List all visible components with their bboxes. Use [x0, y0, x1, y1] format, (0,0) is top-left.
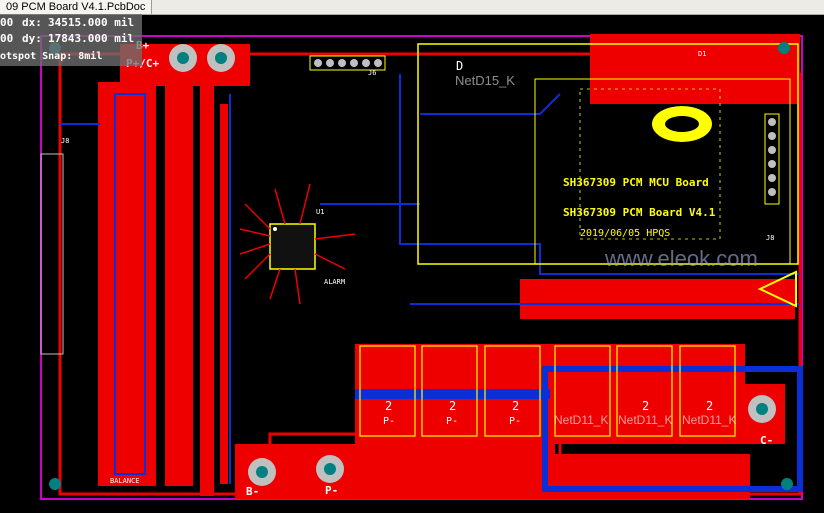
hud-row2-prefix: 00 [0, 32, 14, 45]
svg-text:2: 2 [385, 399, 392, 413]
svg-text:2: 2 [642, 399, 649, 413]
svg-text:P-: P- [509, 416, 521, 427]
hud-snap: otspot Snap: 8mil [0, 51, 103, 62]
label-alarm: ALARM [324, 278, 345, 286]
mcu-chip [269, 223, 316, 270]
pcb-layout[interactable]: B+ P+/C+ B- P- C- SH367309 PCM MCU Board… [0, 14, 824, 509]
net-label-bottom-1: NetD11_K [554, 413, 608, 427]
header-j6 [309, 55, 386, 71]
copper-pour-mid-right [520, 279, 795, 319]
hud-dy-value: 17843.000 mil [48, 32, 135, 45]
bottom-trace-fet [355, 389, 550, 399]
pcb-canvas[interactable]: B+ P+/C+ B- P- C- SH367309 PCM MCU Board… [0, 14, 824, 513]
net-label-top: NetD15_K [455, 73, 515, 88]
label-board-title-1: SH367309 PCM MCU Board [563, 176, 709, 189]
measurement-hud: 00 dx: 34515.000 mil 00 dy: 17843.000 mi… [0, 14, 142, 66]
copper-pour-left-2 [165, 82, 193, 486]
hud-row1-prefix: 00 [0, 16, 14, 29]
label-j-left: J8 [61, 137, 69, 145]
svg-text:P-: P- [383, 416, 395, 427]
svg-text:P-: P- [446, 416, 458, 427]
document-tab[interactable]: 09 PCM Board V4.1.PcbDoc [0, 0, 153, 14]
label-j-right: J8 [766, 234, 774, 242]
label-board-title-2: SH367309 PCM Board V4.1 [563, 206, 716, 219]
label-d1: D1 [698, 50, 706, 58]
label-board-date: 2019/06/05 HPQS [580, 228, 670, 239]
svg-text:2: 2 [706, 399, 713, 413]
hud-dy-label: dy: [22, 32, 42, 45]
pminus-pour [315, 444, 555, 499]
label-u-main: U1 [316, 208, 324, 216]
net-label-bottom-2: NetD11_K [618, 413, 672, 427]
label-b-minus: B- [246, 485, 259, 498]
label-balance: BALANCE [110, 477, 140, 485]
net-label-bottom-3: NetD11_K [682, 413, 736, 427]
svg-text:2: 2 [449, 399, 456, 413]
label-d-big: D [456, 59, 463, 73]
label-j-top: J6 [368, 69, 376, 77]
svg-text:2: 2 [512, 399, 519, 413]
fet-pour-2 [550, 344, 745, 444]
copper-pour-left [98, 82, 156, 486]
hud-dx-value: 34515.000 mil [48, 16, 135, 29]
cminus-pour [555, 454, 750, 499]
resistor-column [200, 86, 228, 496]
watermark: www.eleok.com [604, 246, 758, 271]
label-p-minus: P- [325, 484, 338, 497]
header-j8-right [764, 113, 780, 205]
window-titlebar: 09 PCM Board V4.1.PcbDoc [0, 0, 824, 15]
hud-dx-label: dx: [22, 16, 42, 29]
label-c-minus: C- [760, 434, 773, 447]
